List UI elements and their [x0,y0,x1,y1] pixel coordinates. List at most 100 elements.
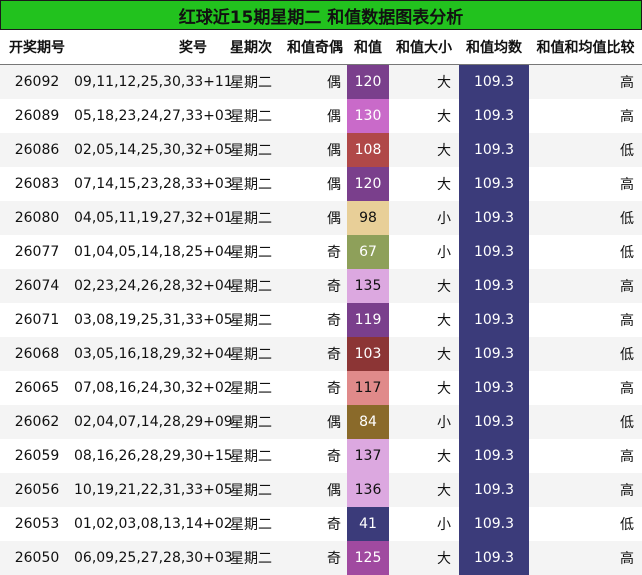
cell-numbers: 01,04,05,14,18,25+04 [74,235,219,269]
cell-issue: 26083 [0,167,74,201]
table-body: 2609209,11,12,25,30,33+11星期二偶120大109.3高2… [0,65,642,575]
cell-size: 大 [389,541,459,575]
cell-compare: 高 [529,303,642,337]
table-header-row: 开奖期号 奖号 星期次 和值奇偶 和值 和值大小 和值均数 和值和均值比较 [0,30,642,65]
cell-compare: 高 [529,371,642,405]
cell-numbers: 07,08,16,24,30,32+02 [74,371,219,405]
cell-odd-even: 奇 [283,269,347,303]
cell-sum: 137 [347,439,389,473]
cell-avg: 109.3 [459,133,529,167]
cell-odd-even: 奇 [283,507,347,541]
cell-numbers: 05,18,23,24,27,33+03 [74,99,219,133]
cell-odd-even: 奇 [283,303,347,337]
cell-compare: 高 [529,439,642,473]
cell-size: 小 [389,235,459,269]
table-row: 2607701,04,05,14,18,25+04星期二奇67小109.3低 [0,235,642,269]
cell-numbers: 03,08,19,25,31,33+05 [74,303,219,337]
cell-avg: 109.3 [459,337,529,371]
table-row: 2607402,23,24,26,28,32+04星期二奇135大109.3高 [0,269,642,303]
table-row: 2605610,19,21,22,31,33+05星期二偶136大109.3高 [0,473,642,507]
cell-numbers: 01,02,03,08,13,14+02 [74,507,219,541]
cell-issue: 26068 [0,337,74,371]
cell-size: 大 [389,99,459,133]
cell-issue: 26062 [0,405,74,439]
cell-size: 小 [389,507,459,541]
cell-odd-even: 偶 [283,99,347,133]
cell-avg: 109.3 [459,541,529,575]
cell-compare: 高 [529,473,642,507]
cell-sum: 108 [347,133,389,167]
cell-avg: 109.3 [459,507,529,541]
cell-avg: 109.3 [459,473,529,507]
cell-sum: 125 [347,541,389,575]
cell-compare: 高 [529,99,642,133]
header-avg: 和值均数 [459,30,529,65]
cell-odd-even: 奇 [283,371,347,405]
cell-odd-even: 奇 [283,541,347,575]
cell-numbers: 06,09,25,27,28,30+03 [74,541,219,575]
header-compare: 和值和均值比较 [529,30,642,65]
table-row: 2609209,11,12,25,30,33+11星期二偶120大109.3高 [0,65,642,100]
cell-sum: 84 [347,405,389,439]
cell-avg: 109.3 [459,371,529,405]
cell-avg: 109.3 [459,405,529,439]
table-row: 2605301,02,03,08,13,14+02星期二奇41小109.3低 [0,507,642,541]
cell-issue: 26071 [0,303,74,337]
header-issue: 开奖期号 [0,30,74,65]
cell-compare: 高 [529,541,642,575]
cell-size: 大 [389,269,459,303]
cell-odd-even: 偶 [283,473,347,507]
cell-size: 大 [389,337,459,371]
cell-odd-even: 奇 [283,337,347,371]
cell-odd-even: 奇 [283,439,347,473]
cell-size: 大 [389,133,459,167]
cell-avg: 109.3 [459,269,529,303]
cell-issue: 26077 [0,235,74,269]
cell-numbers: 09,11,12,25,30,33+11 [74,65,219,100]
cell-odd-even: 偶 [283,133,347,167]
cell-issue: 26074 [0,269,74,303]
cell-sum: 120 [347,65,389,100]
cell-avg: 109.3 [459,99,529,133]
table-row: 2605908,16,26,28,29,30+15星期二奇137大109.3高 [0,439,642,473]
cell-size: 小 [389,201,459,235]
cell-odd-even: 偶 [283,201,347,235]
table-row: 2605006,09,25,27,28,30+03星期二奇125大109.3高 [0,541,642,575]
header-size: 和值大小 [389,30,459,65]
cell-size: 大 [389,439,459,473]
cell-avg: 109.3 [459,303,529,337]
cell-issue: 26050 [0,541,74,575]
cell-issue: 26089 [0,99,74,133]
cell-numbers: 07,14,15,23,28,33+03 [74,167,219,201]
cell-issue: 26065 [0,371,74,405]
cell-size: 小 [389,405,459,439]
cell-sum: 98 [347,201,389,235]
cell-odd-even: 偶 [283,405,347,439]
cell-numbers: 03,05,16,18,29,32+04 [74,337,219,371]
cell-avg: 109.3 [459,167,529,201]
table-row: 2608004,05,11,19,27,32+01星期二偶98小109.3低 [0,201,642,235]
table-row: 2606507,08,16,24,30,32+02星期二奇117大109.3高 [0,371,642,405]
cell-issue: 26056 [0,473,74,507]
cell-issue: 26059 [0,439,74,473]
cell-avg: 109.3 [459,235,529,269]
cell-compare: 高 [529,167,642,201]
cell-issue: 26053 [0,507,74,541]
cell-compare: 低 [529,133,642,167]
cell-odd-even: 奇 [283,235,347,269]
cell-size: 大 [389,371,459,405]
cell-avg: 109.3 [459,65,529,100]
table-row: 2606202,04,07,14,28,29+09星期二偶84小109.3低 [0,405,642,439]
table-row: 2607103,08,19,25,31,33+05星期二奇119大109.3高 [0,303,642,337]
table-row: 2608905,18,23,24,27,33+03星期二偶130大109.3高 [0,99,642,133]
header-numbers: 奖号 [74,30,219,65]
page-title: 红球近15期星期二 和值数据图表分析 [0,0,642,30]
table-row: 2608307,14,15,23,28,33+03星期二偶120大109.3高 [0,167,642,201]
cell-sum: 130 [347,99,389,133]
cell-compare: 低 [529,337,642,371]
cell-issue: 26086 [0,133,74,167]
table-row: 2606803,05,16,18,29,32+04星期二奇103大109.3低 [0,337,642,371]
cell-sum: 120 [347,167,389,201]
cell-compare: 高 [529,269,642,303]
cell-issue: 26092 [0,65,74,100]
